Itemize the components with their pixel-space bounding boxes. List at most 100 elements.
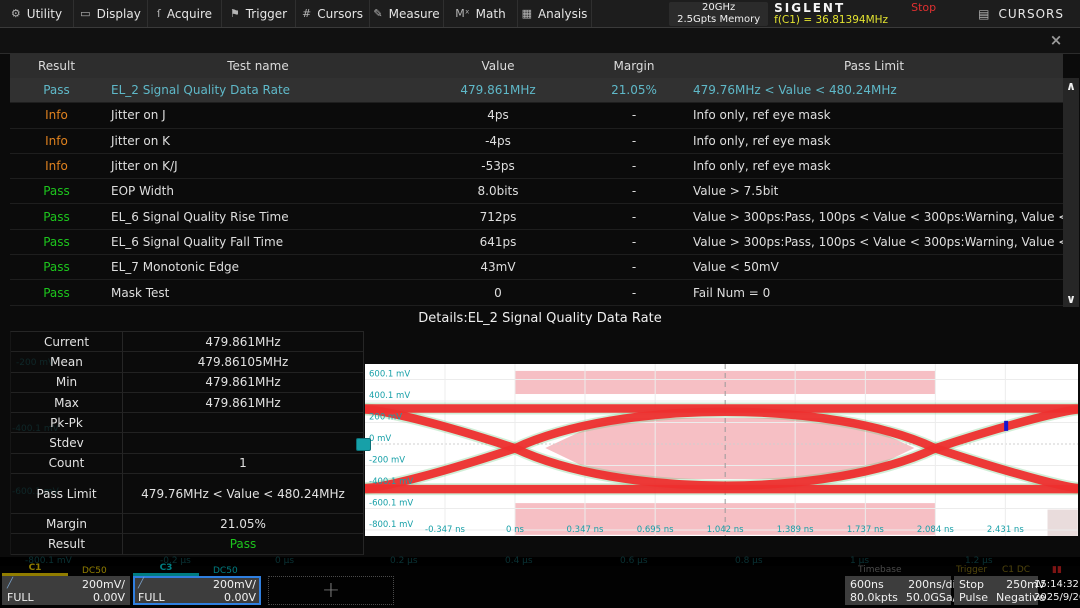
details-label: Pass Limit bbox=[11, 474, 123, 514]
value-cell: 0 bbox=[413, 280, 583, 305]
result-cell: Info bbox=[10, 154, 103, 179]
value-cell: 8.0bits bbox=[413, 179, 583, 204]
details-value: 479.76MHz < Value < 480.24MHz bbox=[123, 474, 363, 514]
slope-icon: ╱ bbox=[7, 578, 82, 591]
svg-text:-600.1 mV: -600.1 mV bbox=[369, 499, 413, 509]
trigger-source-ghost-label: C1 DC bbox=[1002, 565, 1030, 575]
menu-item-acquire[interactable]: ſAcquire bbox=[148, 0, 222, 27]
channel-widget-c3[interactable]: C3DC50╱200mV/FULL0.00V bbox=[133, 566, 261, 605]
table-row[interactable]: PassEL_2 Signal Quality Data Rate479.861… bbox=[10, 78, 1063, 103]
menu-item-cursors[interactable]: #Cursors bbox=[296, 0, 370, 27]
ghost-axis-label: 0.6 μs bbox=[620, 556, 648, 566]
menu-item-math[interactable]: MˣMath bbox=[444, 0, 518, 27]
pass-limit-cell: Fail Num = 0 bbox=[685, 280, 1063, 305]
trigger-panel[interactable]: Stop 250mV Pulse Negative bbox=[954, 576, 1038, 605]
margin-cell: - bbox=[583, 280, 685, 305]
column-header: Value bbox=[413, 54, 583, 78]
details-label: Pk-Pk bbox=[11, 413, 123, 433]
table-row[interactable]: InfoJitter on K-4ps-Info only, ref eye m… bbox=[10, 129, 1063, 154]
test-results-dialog: × ResultTest nameValueMarginPass Limit P… bbox=[0, 27, 1080, 557]
value-cell: 43mV bbox=[413, 255, 583, 280]
details-row: Count1 bbox=[11, 454, 363, 474]
menu-item-trigger[interactable]: ⚑Trigger bbox=[222, 0, 296, 27]
scroll-up-icon[interactable]: ∧ bbox=[1063, 79, 1079, 93]
details-row: Max479.861MHz bbox=[11, 393, 363, 413]
channel-tab: C3DC50 bbox=[133, 566, 261, 576]
pass-limit-cell: Value > 300ps:Pass, 100ps < Value < 300p… bbox=[685, 204, 1063, 229]
test-name-cell: Jitter on J bbox=[103, 103, 413, 128]
system-info-box: 20GHz 2.5Gpts Memory bbox=[669, 2, 768, 26]
timebase-panel[interactable]: 600ns 200ns/div 80.0kpts 50.0GSa/s bbox=[845, 576, 951, 605]
column-header: Result bbox=[10, 54, 103, 78]
svg-text:0.695 ns: 0.695 ns bbox=[637, 525, 674, 535]
details-value: 479.861MHz bbox=[123, 332, 363, 352]
slope-icon: ╱ bbox=[138, 578, 213, 591]
table-row[interactable]: PassEOP Width8.0bits-Value > 7.5bit bbox=[10, 179, 1063, 204]
add-channel-slot[interactable]: + bbox=[268, 576, 394, 605]
margin-cell: 21.05% bbox=[583, 78, 685, 103]
menu-item-utility[interactable]: ⚙Utility bbox=[0, 0, 74, 27]
scroll-down-icon[interactable]: ∨ bbox=[1063, 292, 1079, 306]
details-title: Details:EL_2 Signal Quality Data Rate bbox=[0, 307, 1080, 331]
menu-item-measure[interactable]: ✎Measure bbox=[370, 0, 444, 27]
svg-text:1.389 ns: 1.389 ns bbox=[777, 525, 814, 535]
channel-name: C3 bbox=[133, 563, 199, 576]
pass-limit-cell: Value > 300ps:Pass, 100ps < Value < 300p… bbox=[685, 230, 1063, 255]
plus-icon: + bbox=[322, 578, 340, 603]
timebase-delay: 600ns bbox=[850, 578, 898, 591]
acquire-icon: ſ bbox=[157, 7, 161, 20]
dialog-titlebar: × bbox=[0, 28, 1080, 54]
timebase-points: 80.0kpts bbox=[850, 591, 898, 604]
cursors-label: CURSORS bbox=[998, 7, 1064, 21]
bandwidth-value: FULL bbox=[7, 591, 82, 604]
details-label: Min bbox=[11, 373, 123, 393]
details-row: Mean479.86105MHz bbox=[11, 352, 363, 372]
eye-diagram: 600.1 mV400.1 mV200 mV0 mV-200 mV-400.1 … bbox=[365, 364, 1078, 536]
clipboard-icon: ▤ bbox=[978, 7, 990, 21]
svg-text:2.431 ns: 2.431 ns bbox=[987, 525, 1024, 535]
menu-item-analysis[interactable]: ▦ Analysis bbox=[518, 0, 592, 27]
details-row: Margin21.05% bbox=[11, 514, 363, 534]
eye-diagram-plot: 600.1 mV400.1 mV200 mV0 mV-200 mV-400.1 … bbox=[365, 364, 1078, 536]
margin-cell: - bbox=[583, 230, 685, 255]
table-row[interactable]: PassEL_6 Signal Quality Fall Time641ps-V… bbox=[10, 230, 1063, 255]
coupling-label: DC50 bbox=[82, 566, 107, 576]
clock-time: 15:14:32 bbox=[1034, 578, 1078, 591]
pass-limit-cell: Info only, ref eye mask bbox=[685, 103, 1063, 128]
channel-widget-c1[interactable]: C1DC50╱200mV/FULL0.00V bbox=[2, 566, 130, 605]
menu-item-label: Analysis bbox=[538, 7, 587, 21]
details-row: Pass Limit479.76MHz < Value < 480.24MHz bbox=[11, 474, 363, 514]
gear-icon: ⚙ bbox=[11, 7, 21, 20]
value-cell: 641ps bbox=[413, 230, 583, 255]
table-row[interactable]: PassEL_7 Monotonic Edge43mV-Value < 50mV bbox=[10, 255, 1063, 280]
table-row[interactable]: InfoJitter on K/J-53ps-Info only, ref ey… bbox=[10, 154, 1063, 179]
scrollbar[interactable]: ∧ ∨ bbox=[1063, 78, 1079, 307]
cursors-icon: # bbox=[302, 7, 311, 20]
oscilloscope-screen: ⚙Utility▭DisplayſAcquire⚑Trigger#Cursors… bbox=[0, 0, 1080, 608]
table-row[interactable]: PassEL_6 Signal Quality Rise Time712ps-V… bbox=[10, 204, 1063, 229]
details-table: Current479.861MHzMean479.86105MHzMin479.… bbox=[10, 331, 364, 555]
pass-limit-cell: Value > 7.5bit bbox=[685, 179, 1063, 204]
menu-bar: ⚙Utility▭DisplayſAcquire⚑Trigger#Cursors… bbox=[0, 0, 1080, 27]
details-value: 479.861MHz bbox=[123, 373, 363, 393]
table-row[interactable]: PassMask Test0-Fail Num = 0 bbox=[10, 280, 1063, 305]
menu-item-display[interactable]: ▭Display bbox=[74, 0, 148, 27]
analysis-icon: ▦ bbox=[522, 7, 532, 20]
channel-name: C1 bbox=[2, 563, 68, 576]
trigger-type: Pulse bbox=[959, 591, 988, 604]
table-row[interactable]: InfoJitter on J4ps-Info only, ref eye ma… bbox=[10, 103, 1063, 128]
test-name-cell: Jitter on K bbox=[103, 129, 413, 154]
bandwidth-value: FULL bbox=[138, 591, 213, 604]
brand-status-block: SIGLENT Stop f(C1) = 36.81394MHz bbox=[774, 2, 936, 26]
details-row: Stdev bbox=[11, 433, 363, 453]
menu-item-label: Measure bbox=[389, 7, 440, 21]
memory-label: 2.5Gpts Memory bbox=[677, 14, 760, 26]
channel-box: ╱200mV/FULL0.00V bbox=[133, 576, 261, 605]
pass-limit-cell: Info only, ref eye mask bbox=[685, 129, 1063, 154]
svg-text:0 mV: 0 mV bbox=[369, 434, 391, 444]
cursors-panel-button[interactable]: ▤ CURSORS bbox=[978, 7, 1064, 21]
trigger-status: Stop bbox=[959, 578, 988, 591]
margin-cell: - bbox=[583, 103, 685, 128]
test-name-cell: EOP Width bbox=[103, 179, 413, 204]
close-icon[interactable]: × bbox=[1042, 31, 1070, 50]
